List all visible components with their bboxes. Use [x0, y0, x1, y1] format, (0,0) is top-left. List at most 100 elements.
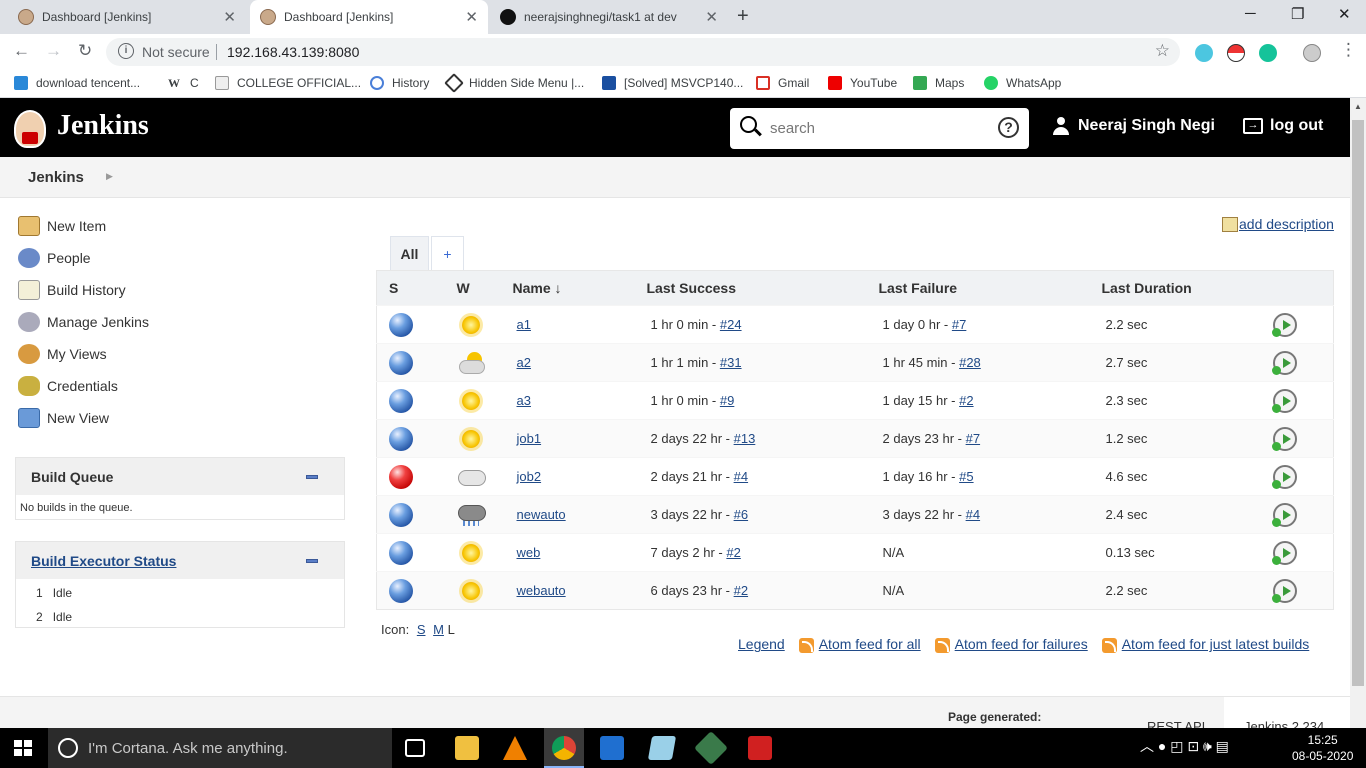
tab-all[interactable]: All: [390, 236, 429, 271]
new-tab-button[interactable]: +: [737, 5, 749, 28]
scroll-up-icon[interactable]: ▲: [1354, 102, 1362, 111]
chrome-taskbar-button[interactable]: [544, 728, 584, 768]
last-success-build-link[interactable]: #9: [720, 393, 734, 408]
notepad-app-icon[interactable]: [647, 736, 677, 760]
git-icon[interactable]: [694, 731, 728, 765]
rest-api-link[interactable]: REST API: [1147, 719, 1205, 728]
virtualbox-icon[interactable]: [600, 736, 624, 760]
schedule-build-icon[interactable]: [1271, 426, 1297, 451]
sunny-weather-icon[interactable]: [457, 540, 485, 566]
icon-size-s[interactable]: S: [417, 622, 426, 637]
job-link[interactable]: web: [517, 545, 541, 560]
menu-dots-icon[interactable]: ⋮: [1340, 40, 1357, 60]
profile-avatar[interactable]: [1303, 44, 1321, 62]
bookmark-item[interactable]: YouTube: [828, 76, 897, 90]
minimize-icon[interactable]: ─: [1245, 5, 1256, 22]
last-failure-build-link[interactable]: #7: [966, 431, 980, 446]
feed-all[interactable]: Atom feed for all: [798, 636, 921, 653]
sunny-weather-icon[interactable]: [457, 388, 485, 414]
blue-status-ball-icon[interactable]: [389, 426, 413, 451]
red-status-ball-icon[interactable]: [389, 464, 413, 489]
scroll-thumb[interactable]: [1352, 120, 1364, 686]
browser-tab[interactable]: Dashboard [Jenkins] ✕: [8, 0, 246, 34]
task-build-history[interactable]: Build History: [18, 278, 126, 302]
info-icon[interactable]: i: [118, 43, 134, 59]
grammarly-icon[interactable]: [1259, 44, 1277, 62]
back-icon[interactable]: ←: [13, 41, 30, 61]
address-bar[interactable]: i Not secure 192.168.43.139:8080 ☆: [106, 38, 1180, 66]
icon-size-m[interactable]: M: [433, 622, 444, 637]
last-success-build-link[interactable]: #13: [734, 431, 756, 446]
brand-title[interactable]: Jenkins: [57, 110, 149, 142]
bookmark-item[interactable]: COLLEGE OFFICIAL...: [215, 76, 361, 90]
bookmark-item[interactable]: Maps: [913, 76, 964, 90]
breadcrumb-jenkins[interactable]: Jenkins: [28, 169, 84, 186]
sunny-weather-icon[interactable]: [457, 578, 485, 604]
blue-status-ball-icon[interactable]: [389, 540, 413, 565]
sunny-weather-icon[interactable]: [457, 426, 485, 452]
job-link[interactable]: a1: [517, 317, 531, 332]
col-last-success[interactable]: Last Success: [634, 270, 867, 306]
job-link[interactable]: job1: [517, 431, 542, 446]
file-explorer-icon[interactable]: [455, 736, 479, 760]
job-link[interactable]: webauto: [517, 583, 566, 598]
job-link[interactable]: newauto: [517, 507, 566, 522]
jenkins-version-link[interactable]: Jenkins 2.234: [1244, 719, 1324, 728]
forward-icon[interactable]: →: [45, 41, 62, 61]
legend-link[interactable]: Legend: [738, 636, 785, 652]
bookmark-item[interactable]: WC: [168, 76, 199, 90]
bookmark-item[interactable]: [Solved] MSVCP140...: [602, 76, 743, 90]
add-description-label[interactable]: add description: [1239, 216, 1334, 232]
last-failure-build-link[interactable]: #7: [952, 317, 966, 332]
last-failure-build-link[interactable]: #4: [966, 507, 980, 522]
user-link[interactable]: Neeraj Singh Negi: [1052, 117, 1215, 135]
cloudy-weather-icon[interactable]: [457, 464, 486, 490]
storm-weather-icon[interactable]: [457, 502, 486, 528]
schedule-build-icon[interactable]: [1271, 312, 1297, 337]
bookmark-item[interactable]: Gmail: [756, 76, 809, 90]
collapse-icon[interactable]: [306, 559, 318, 563]
blue-status-ball-icon[interactable]: [389, 578, 413, 603]
job-link[interactable]: a3: [517, 393, 531, 408]
schedule-build-icon[interactable]: [1271, 388, 1297, 413]
last-success-build-link[interactable]: #31: [720, 355, 742, 370]
schedule-build-icon[interactable]: [1271, 350, 1297, 375]
col-last-failure[interactable]: Last Failure: [866, 270, 1090, 306]
col-name[interactable]: Name ↓: [500, 270, 635, 306]
last-failure-build-link[interactable]: #2: [959, 393, 973, 408]
logout-link[interactable]: → log out: [1243, 117, 1323, 135]
job-link[interactable]: job2: [517, 469, 542, 484]
feed-latest[interactable]: Atom feed for just latest builds: [1101, 636, 1309, 653]
app-icon[interactable]: [748, 736, 772, 760]
search-input[interactable]: [770, 117, 990, 139]
pokeball-extension-icon[interactable]: [1227, 44, 1245, 62]
task-new-view[interactable]: New View: [18, 406, 109, 430]
job-link[interactable]: a2: [517, 355, 531, 370]
window-close-icon[interactable]: ✕: [1338, 5, 1351, 23]
blue-status-ball-icon[interactable]: [389, 312, 413, 337]
task-credentials[interactable]: Credentials: [18, 374, 118, 398]
page-scrollbar[interactable]: ▲: [1350, 98, 1366, 728]
close-icon[interactable]: ✕: [223, 8, 236, 26]
windows-start-icon[interactable]: [14, 740, 32, 756]
help-icon[interactable]: ?: [998, 117, 1019, 138]
last-failure-build-link[interactable]: #28: [959, 355, 981, 370]
col-weather[interactable]: W: [444, 270, 501, 306]
extension-icon[interactable]: [1195, 44, 1213, 62]
maximize-icon[interactable]: ❐: [1291, 5, 1304, 23]
col-status[interactable]: S: [376, 270, 445, 306]
last-failure-build-link[interactable]: #5: [959, 469, 973, 484]
bookmark-item[interactable]: WhatsApp: [984, 76, 1061, 90]
col-last-duration[interactable]: Last Duration: [1089, 270, 1265, 306]
schedule-build-icon[interactable]: [1271, 502, 1297, 527]
clock[interactable]: 15:25 08-05-2020: [1292, 732, 1353, 764]
url-text[interactable]: 192.168.43.139:8080: [227, 44, 359, 60]
cortana-search[interactable]: I'm Cortana. Ask me anything.: [48, 728, 392, 768]
jenkins-logo-icon[interactable]: [14, 110, 46, 148]
tab-add-view[interactable]: +: [431, 236, 464, 271]
blue-status-ball-icon[interactable]: [389, 388, 413, 413]
last-success-build-link[interactable]: #6: [734, 507, 748, 522]
schedule-build-icon[interactable]: [1271, 540, 1297, 565]
executor-status-link[interactable]: Build Executor Status: [31, 553, 176, 569]
feed-failures[interactable]: Atom feed for failures: [934, 636, 1088, 653]
